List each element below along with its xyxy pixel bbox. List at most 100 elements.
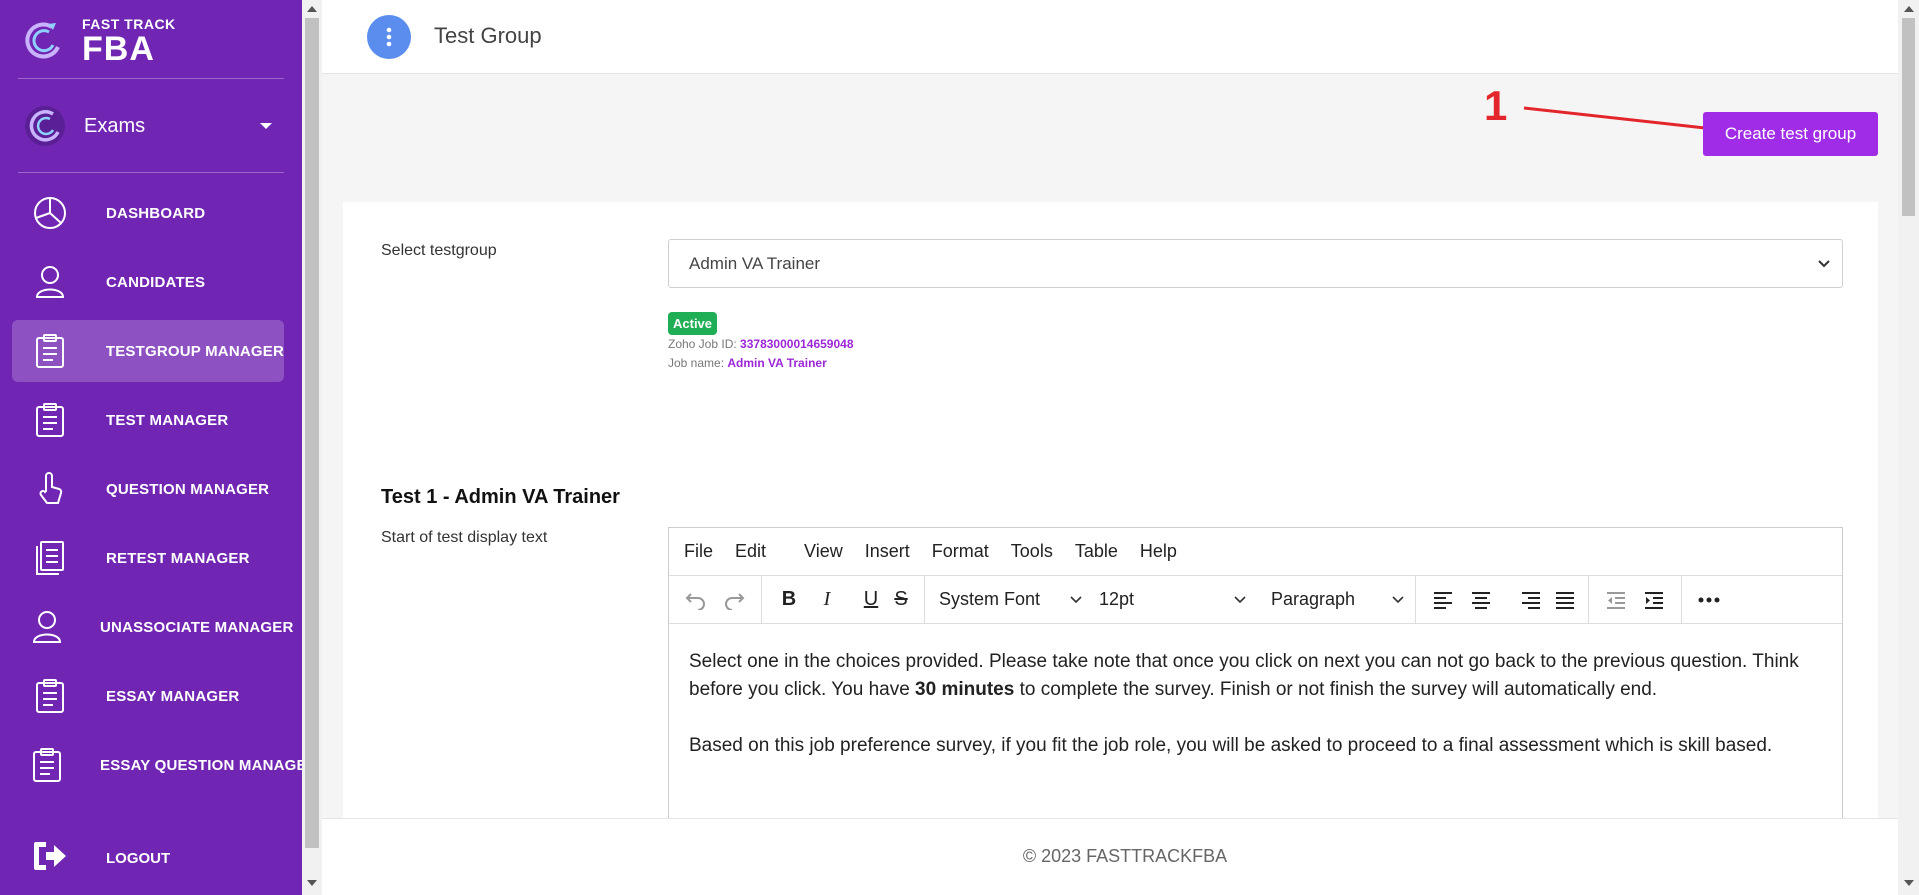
divider [18, 78, 284, 79]
sidebar-scrollbar[interactable] [302, 0, 322, 895]
scroll-up-icon [1904, 6, 1914, 12]
align-right-button[interactable] [1512, 583, 1550, 617]
italic-icon: I [823, 588, 831, 610]
redo-icon [725, 592, 745, 610]
status-badge: Active [668, 312, 718, 335]
sidebar-item-retest-manager[interactable]: RETEST MANAGER [12, 527, 284, 589]
scroll-down-icon [1904, 880, 1914, 886]
chevron-down-icon [1070, 595, 1082, 603]
more-dots-icon [1698, 597, 1720, 602]
clipboard-icon [32, 333, 68, 369]
start-text-label: Start of test display text [381, 529, 548, 546]
menu-format[interactable]: Format [932, 541, 989, 562]
pie-chart-icon [32, 195, 68, 231]
outdent-icon [1607, 591, 1625, 609]
sidebar: FAST TRACK FBA Exams DASHBOARD CANDIDATE… [0, 0, 318, 895]
redo-button[interactable] [715, 583, 753, 617]
menu-view[interactable]: View [804, 541, 843, 562]
app-logo-icon [25, 106, 65, 146]
create-test-group-button[interactable]: Create test group [1703, 112, 1878, 156]
block-format-value: Paragraph [1271, 589, 1356, 609]
testgroup-card: Select testgroup Admin VA Trainer Active… [343, 202, 1878, 827]
sidebar-item-question-manager[interactable]: QUESTION MANAGER [12, 458, 284, 520]
user-icon [32, 264, 68, 300]
font-family-select[interactable]: System Font [925, 583, 1091, 617]
page-title: Test Group [434, 23, 542, 48]
menu-tools[interactable]: Tools [1011, 541, 1053, 562]
logout-icon [32, 840, 68, 877]
sidebar-item-label: ESSAY QUESTION MANAGER [100, 756, 318, 774]
logout-button[interactable]: LOGOUT [32, 840, 170, 877]
testgroup-select[interactable]: Admin VA Trainer [668, 239, 1843, 288]
kebab-icon [386, 27, 392, 47]
zoho-job-id: Zoho Job ID: 33783000014659048 [668, 337, 854, 351]
align-justify-button[interactable] [1550, 583, 1580, 617]
sidebar-item-testgroup-manager[interactable]: TESTGROUP MANAGER [12, 320, 284, 382]
menu-table[interactable]: Table [1075, 541, 1118, 562]
indent-button[interactable] [1635, 583, 1673, 617]
brand[interactable]: FAST TRACK FBA [24, 16, 176, 66]
italic-button[interactable]: I [808, 583, 846, 617]
menu-button[interactable] [367, 15, 411, 59]
menu-edit[interactable]: Edit [735, 541, 766, 562]
editor-menubar: File Edit View Insert Format Tools Table… [669, 528, 1842, 576]
select-testgroup-label: Select testgroup [381, 242, 497, 259]
menu-file[interactable]: File [684, 541, 713, 562]
sidebar-item-candidates[interactable]: CANDIDATES [12, 251, 284, 313]
outdent-button[interactable] [1597, 583, 1635, 617]
scrollbar-thumb[interactable] [1902, 18, 1915, 216]
divider [18, 172, 284, 173]
sidebar-item-label: RETEST MANAGER [106, 549, 250, 567]
align-center-icon [1472, 591, 1490, 609]
sidebar-item-essay-manager[interactable]: ESSAY MANAGER [12, 665, 284, 727]
align-left-button[interactable] [1424, 583, 1462, 617]
underline-button[interactable]: U [856, 583, 886, 617]
sidebar-item-label: UNASSOCIATE MANAGER [100, 618, 294, 636]
editor-toolbar: B I U S System Font 12pt Paragraph [669, 576, 1842, 624]
sidebar-item-label: ESSAY MANAGER [106, 687, 240, 705]
rich-text-editor[interactable]: File Edit View Insert Format Tools Table… [668, 527, 1843, 827]
strikethrough-button[interactable]: S [886, 583, 916, 617]
bold-button[interactable]: B [770, 583, 808, 617]
editor-content[interactable]: Select one in the choices provided. Plea… [669, 624, 1842, 784]
bold-icon: B [781, 588, 797, 610]
job-name: Job name: Admin VA Trainer [668, 356, 827, 370]
header: Test Group [322, 0, 1898, 74]
underline-icon: U [863, 588, 879, 610]
block-format-select[interactable]: Paragraph [1255, 583, 1415, 617]
sidebar-item-label: QUESTION MANAGER [106, 480, 270, 498]
sidebar-item-label: TESTGROUP MANAGER [105, 342, 284, 360]
align-justify-icon [1556, 591, 1574, 609]
test-title: Test 1 - Admin VA Trainer [381, 486, 620, 508]
sidebar-item-test-manager[interactable]: TEST MANAGER [12, 389, 284, 451]
sidebar-item-unassociate-manager[interactable]: UNASSOCIATE MANAGER [12, 596, 293, 658]
app-switcher[interactable]: Exams [24, 100, 280, 152]
sidebar-item-label: TEST MANAGER [106, 411, 229, 429]
annotation-arrow-icon [1523, 106, 1706, 130]
content-paragraph: Based on this job preference survey, if … [689, 735, 1773, 756]
footer-copyright: © 2023 FASTTRACKFBA [1022, 846, 1228, 866]
chevron-down-icon [260, 123, 272, 129]
menu-insert[interactable]: Insert [865, 541, 910, 562]
chevron-down-icon [1392, 595, 1404, 603]
clipboard-icon [32, 747, 62, 783]
undo-button[interactable] [677, 583, 715, 617]
chevron-down-icon [1234, 595, 1246, 603]
testgroup-select-value: Admin VA Trainer [689, 253, 821, 273]
font-family-value: System Font [939, 589, 1041, 609]
sidebar-nav: DASHBOARD CANDIDATES TESTGROUP MANAGER T… [12, 182, 318, 803]
align-center-button[interactable] [1462, 583, 1500, 617]
sidebar-item-essay-question-manager[interactable]: ESSAY QUESTION MANAGER [12, 734, 318, 796]
scroll-up-icon [307, 6, 317, 12]
font-size-select[interactable]: 12pt [1091, 583, 1255, 617]
more-button[interactable] [1690, 583, 1728, 617]
content-bold-text: 30 minutes [915, 679, 1015, 700]
zoho-job-id-label: Zoho Job ID: [668, 337, 737, 351]
menu-help[interactable]: Help [1140, 541, 1177, 562]
page-scrollbar[interactable] [1898, 0, 1919, 895]
undo-icon [685, 592, 705, 610]
scrollbar-thumb[interactable] [305, 18, 319, 848]
sidebar-item-dashboard[interactable]: DASHBOARD [12, 182, 284, 244]
align-left-icon [1434, 591, 1452, 609]
brand-line1: FAST TRACK [82, 15, 176, 32]
